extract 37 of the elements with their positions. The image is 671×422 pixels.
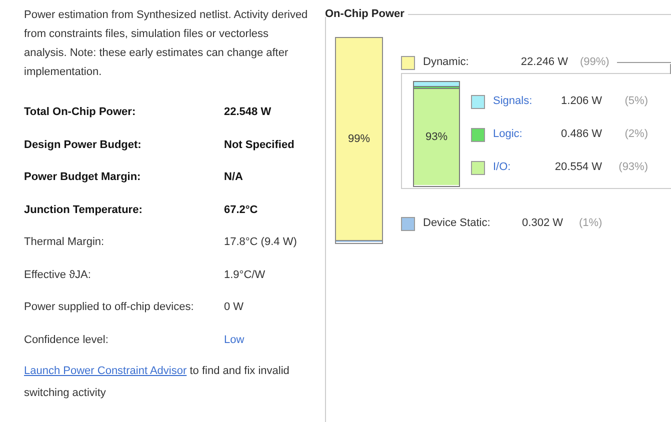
power-percent: (99%) xyxy=(580,55,610,70)
bar-percent: 99% xyxy=(348,132,370,147)
property-label: Power supplied to off-chip devices: xyxy=(24,300,195,315)
confidence-link[interactable]: Low xyxy=(224,332,244,348)
advisor-text: Launch Power Constraint Advisor to find and fix invalid switching activity xyxy=(24,364,290,401)
property-value: 22.548 W xyxy=(224,105,272,120)
property-label: Power Budget Margin: xyxy=(24,170,142,185)
property-value: Not Specified xyxy=(224,138,294,152)
property-label: Junction Temperature: xyxy=(24,202,144,218)
power-value: 1.206 W xyxy=(560,94,602,110)
property-value: 17.8°C (9.4 W) xyxy=(224,235,297,250)
power-percent: (1%) xyxy=(579,216,602,232)
property-value: 0 W xyxy=(224,300,244,315)
property-label: Design Power Budget: xyxy=(24,138,142,152)
bar-percent: 93% xyxy=(425,130,448,145)
power-percent: (2%) xyxy=(624,127,648,142)
power-percent: (93%) xyxy=(618,160,648,176)
legend-label: Device Static: xyxy=(423,216,492,232)
power-percent: (5%) xyxy=(624,94,648,110)
property-label: Effective ϑJA: xyxy=(24,268,92,282)
description-text: Power estimation from Synthesized netlist. Activity derived from constraints files, simulation files or vectorless analysis. Note: these early estimates can change after implementation. xyxy=(24,8,309,80)
section-title: On-Chip Power xyxy=(325,7,406,22)
power-value: 20.554 W xyxy=(554,160,602,176)
legend-link[interactable]: I/O: xyxy=(493,159,545,176)
power-value: 22.246 W xyxy=(520,55,568,70)
property-value: 67.2°C xyxy=(224,202,258,218)
property-label: Confidence level: xyxy=(24,332,110,348)
property-value: 1.9°C/W xyxy=(224,268,266,282)
power-value: 0.486 W xyxy=(560,127,602,142)
legend-link[interactable]: Logic: xyxy=(493,126,545,143)
property-label: Total On-Chip Power: xyxy=(24,105,137,120)
legend-link[interactable]: Signals: xyxy=(493,93,545,110)
property-label: Thermal Margin: xyxy=(24,235,106,250)
advisor-link[interactable]: Launch Power Constraint Advisor xyxy=(24,365,187,377)
legend-label: Dynamic: xyxy=(423,55,470,70)
property-value: N/A xyxy=(224,170,243,185)
power-value: 0.302 W xyxy=(521,216,563,232)
